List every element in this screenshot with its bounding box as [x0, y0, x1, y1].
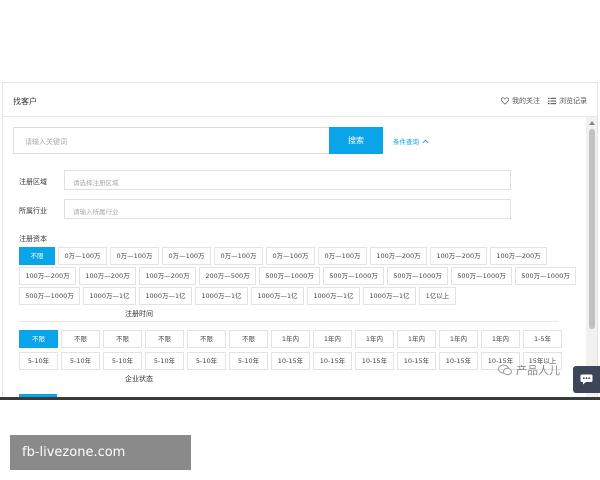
reg-time-option[interactable]: 1年内	[481, 330, 520, 348]
industry-input[interactable]: 请输入所属行业	[64, 199, 511, 219]
capital-option[interactable]: 100万—200万	[370, 247, 427, 265]
capital-option[interactable]: 100万—200万	[139, 267, 196, 285]
bottom-dark-bar	[0, 397, 600, 400]
scroll-up-arrow-icon[interactable]	[589, 121, 595, 125]
capital-option[interactable]: 0万—100万	[162, 247, 211, 265]
capital-option[interactable]: 100万—200万	[490, 247, 547, 265]
reg-time-option[interactable]: 不限	[19, 330, 58, 348]
capital-label: 注册资本	[19, 235, 47, 243]
list-icon	[548, 97, 556, 105]
capital-option[interactable]: 1000万—1亿	[83, 287, 136, 305]
reg-time-option[interactable]: 不限	[187, 330, 226, 348]
capital-option[interactable]: 500万—1000万	[387, 267, 448, 285]
reg-time-option[interactable]: 5-10年	[145, 352, 184, 370]
heart-icon	[501, 97, 509, 105]
chat-widget-button[interactable]	[573, 366, 600, 393]
capital-option[interactable]: 不限	[19, 247, 55, 265]
reg-time-option[interactable]: 不限	[229, 330, 268, 348]
capital-option[interactable]: 1000万—1亿	[139, 287, 192, 305]
reg-time-option[interactable]: 1年内	[397, 330, 436, 348]
browse-history-label: 浏览记录	[559, 97, 587, 105]
my-follow-link[interactable]: 我的关注	[501, 96, 540, 106]
page-title: 找客户	[13, 97, 37, 106]
reg-time-option[interactable]: 不限	[61, 330, 100, 348]
advanced-search-label: 条件查询	[393, 138, 419, 146]
reg-time-option[interactable]: 5-10年	[187, 352, 226, 370]
page-header: 找客户 我的关注 浏览记录	[3, 83, 597, 117]
watermark: 产品人儿	[498, 362, 560, 378]
scroll-thumb[interactable]	[589, 129, 595, 329]
reg-time-option[interactable]: 10-15年	[439, 352, 478, 370]
reg-time-option[interactable]: 10-15年	[271, 352, 310, 370]
capital-option[interactable]: 1000万—1亿	[251, 287, 304, 305]
reg-time-option[interactable]: 5-10年	[19, 352, 58, 370]
capital-option[interactable]: 100万—200万	[430, 247, 487, 265]
reg-time-option[interactable]: 5-10年	[229, 352, 268, 370]
browse-history-link[interactable]: 浏览记录	[548, 96, 587, 106]
chevron-up-icon	[422, 138, 429, 143]
capital-option[interactable]: 0万—100万	[318, 247, 367, 265]
wechat-icon	[498, 364, 512, 376]
capital-option[interactable]: 0万—100万	[266, 247, 315, 265]
capital-option[interactable]: 0万—100万	[58, 247, 107, 265]
section-divider	[19, 321, 559, 322]
source-label: fb-livezone.com	[10, 435, 191, 470]
reg-time-option[interactable]: 1年内	[271, 330, 310, 348]
capital-option[interactable]: 1亿以上	[419, 287, 456, 305]
capital-option[interactable]: 1000万—1亿	[363, 287, 416, 305]
watermark-text: 产品人儿	[516, 364, 560, 377]
top-blank-area	[0, 0, 600, 80]
capital-option[interactable]: 1000万—1亿	[195, 287, 248, 305]
reg-time-option[interactable]: 1-5年	[523, 330, 562, 348]
reg-time-option[interactable]: 1年内	[355, 330, 394, 348]
advanced-search-toggle[interactable]: 条件查询	[393, 136, 429, 146]
region-label: 注册区域	[19, 178, 47, 186]
capital-option[interactable]: 100万—200万	[79, 267, 136, 285]
my-follow-label: 我的关注	[512, 97, 540, 105]
find-customer-window: 找客户 我的关注 浏览记录 请输入关键词 搜索 条件查询 注册区域 请选择注册区…	[2, 82, 598, 400]
region-select[interactable]: 请选择注册区域	[64, 170, 511, 190]
status-label: 企业状态	[125, 375, 153, 383]
reg-time-option[interactable]: 不限	[145, 330, 184, 348]
reg-time-option[interactable]: 10-15年	[355, 352, 394, 370]
capital-option[interactable]: 500万—1000万	[19, 287, 80, 305]
keyword-search-input[interactable]: 请输入关键词	[13, 127, 331, 154]
capital-option[interactable]: 500万—1000万	[515, 267, 576, 285]
reg-time-option[interactable]: 5-10年	[61, 352, 100, 370]
chat-bubble-icon	[580, 374, 593, 385]
capital-option[interactable]: 500万—1000万	[451, 267, 512, 285]
capital-option[interactable]: 1000万—1亿	[307, 287, 360, 305]
reg-time-option[interactable]: 10-15年	[397, 352, 436, 370]
industry-label: 所属行业	[19, 207, 47, 215]
search-button[interactable]: 搜索	[329, 127, 383, 154]
capital-option[interactable]: 500万—1000万	[259, 267, 320, 285]
capital-option[interactable]: 0万—100万	[214, 247, 263, 265]
reg-time-option[interactable]: 1年内	[313, 330, 352, 348]
reg-time-option[interactable]: 1年内	[439, 330, 478, 348]
reg-time-label: 注册时间	[125, 310, 153, 318]
capital-option[interactable]: 0万—100万	[110, 247, 159, 265]
capital-option[interactable]: 100万—200万	[19, 267, 76, 285]
capital-option[interactable]: 500万—1000万	[323, 267, 384, 285]
vertical-scrollbar[interactable]	[586, 117, 597, 399]
reg-time-option[interactable]: 5-10年	[103, 352, 142, 370]
reg-time-option[interactable]: 不限	[103, 330, 142, 348]
capital-option[interactable]: 200万—500万	[199, 267, 256, 285]
reg-time-option[interactable]: 10-15年	[313, 352, 352, 370]
